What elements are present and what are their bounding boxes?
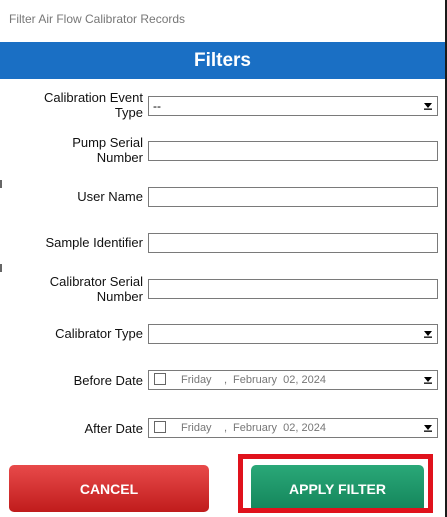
after-date-day: Friday	[181, 422, 212, 434]
before-date-label: Before Date	[73, 373, 143, 388]
filter-dialog: Filter Air Flow Calibrator Records Filte…	[0, 0, 447, 517]
after-date-label: After Date	[84, 421, 143, 436]
user-name-label: User Name	[77, 189, 143, 204]
before-date-checkbox[interactable]	[154, 373, 166, 385]
edge-mark	[0, 180, 2, 188]
pump-serial-number-input[interactable]	[148, 141, 438, 161]
calibrator-serial-number-label: Calibrator Serial Number	[49, 274, 143, 304]
after-date-separator: ,	[224, 422, 228, 434]
after-date-checkbox[interactable]	[154, 421, 166, 433]
after-date-picker[interactable]: Friday , February 02, 2024	[148, 418, 438, 438]
user-name-input[interactable]	[148, 187, 438, 207]
calibrator-type-label: Calibrator Type	[55, 326, 143, 341]
dropdown-arrow-icon[interactable]	[420, 372, 436, 388]
before-date-day: Friday	[181, 374, 212, 386]
dropdown-arrow-icon[interactable]	[420, 326, 436, 342]
before-date-separator: ,	[224, 374, 228, 386]
edge-mark	[0, 264, 2, 272]
apply-filter-highlight	[238, 454, 433, 513]
sample-identifier-label: Sample Identifier	[45, 235, 143, 250]
calibration-event-type-select[interactable]: --	[148, 96, 438, 116]
sample-identifier-input[interactable]	[148, 233, 438, 253]
filters-header: Filters	[0, 42, 445, 79]
before-date-picker[interactable]: Friday , February 02, 2024	[148, 370, 438, 390]
calibration-event-type-value: --	[153, 99, 161, 113]
calibrator-type-select[interactable]	[148, 324, 438, 344]
calibration-event-type-label: Calibration Event Type	[44, 90, 143, 120]
dropdown-arrow-icon[interactable]	[420, 98, 436, 114]
cancel-button[interactable]: CANCEL	[9, 465, 209, 512]
pump-serial-number-label: Pump Serial Number	[72, 135, 143, 165]
window-title: Filter Air Flow Calibrator Records	[0, 0, 445, 38]
after-date-value: February 02, 2024	[233, 422, 326, 434]
calibrator-serial-number-input[interactable]	[148, 279, 438, 299]
dropdown-arrow-icon[interactable]	[420, 420, 436, 436]
before-date-value: February 02, 2024	[233, 374, 326, 386]
